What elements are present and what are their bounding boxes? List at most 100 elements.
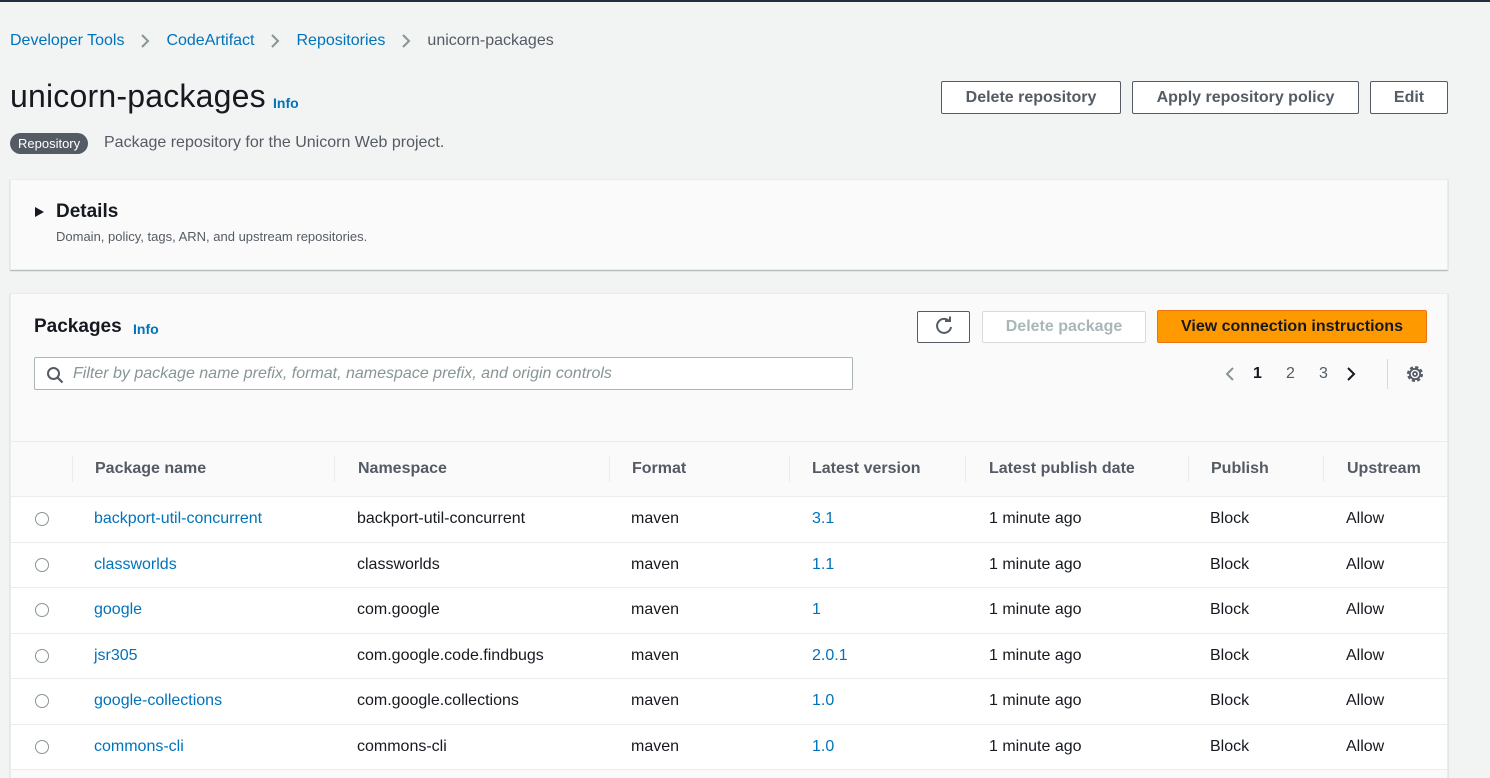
chevron-right-icon[interactable]: [1340, 362, 1362, 386]
col-upstream[interactable]: Upstream: [1347, 442, 1421, 496]
version-link[interactable]: 1.0: [812, 725, 834, 769]
delete-repository-button[interactable]: Delete repository: [941, 81, 1121, 114]
version-link[interactable]: 3.1: [812, 497, 834, 541]
column-divider: [1323, 456, 1324, 482]
publish-cell: Block: [1210, 555, 1250, 573]
upstream-cell: Allow: [1346, 555, 1385, 573]
table-row: commons-cli commons-cli maven 1.0 1 minu…: [11, 724, 1447, 770]
details-title[interactable]: Details: [56, 201, 118, 223]
packages-table: Package name Namespace Format Latest ver…: [11, 441, 1447, 770]
package-name-link[interactable]: commons-cli: [94, 725, 184, 769]
table-row: google com.google maven 1 1 minute ago B…: [11, 588, 1447, 634]
packages-panel: Packages Info Delete package View connec…: [10, 293, 1448, 778]
chevron-right-icon: [391, 31, 421, 51]
packages-title: Packages: [34, 316, 122, 337]
namespace-cell: com.google.code.findbugs: [357, 646, 544, 664]
row-select-radio[interactable]: [35, 512, 49, 526]
packages-info-link[interactable]: Info: [133, 321, 159, 337]
title-info-link[interactable]: Info: [273, 95, 299, 111]
refresh-icon: [934, 316, 954, 339]
publish-date-cell: 1 minute ago: [989, 601, 1082, 618]
col-namespace[interactable]: Namespace: [358, 442, 447, 496]
col-latest-version[interactable]: Latest version: [812, 442, 920, 496]
col-latest-publish-date[interactable]: Latest publish date: [989, 442, 1135, 496]
upstream-cell: Allow: [1346, 601, 1385, 618]
version-link[interactable]: 2.0.1: [812, 634, 848, 678]
publish-cell: Block: [1210, 692, 1250, 709]
format-cell: maven: [631, 555, 680, 573]
namespace-cell: com.google: [357, 601, 440, 618]
breadcrumb: Developer Tools CodeArtifact Repositorie…: [10, 31, 554, 51]
col-format[interactable]: Format: [632, 442, 686, 496]
table-row: google-collections com.google.collection…: [11, 679, 1447, 725]
package-name-link[interactable]: google-collections: [94, 679, 222, 723]
breadcrumb-repositories[interactable]: Repositories: [296, 32, 385, 50]
upstream-cell: Allow: [1346, 737, 1385, 755]
column-divider: [1188, 456, 1189, 482]
chevron-right-icon: [260, 31, 290, 51]
publish-date-cell: 1 minute ago: [989, 692, 1082, 709]
format-cell: maven: [631, 737, 680, 755]
breadcrumb-current: unicorn-packages: [427, 32, 554, 49]
package-name-link[interactable]: jsr305: [94, 634, 138, 678]
version-link[interactable]: 1: [812, 588, 821, 632]
view-connection-instructions-button[interactable]: View connection instructions: [1157, 310, 1427, 343]
format-cell: maven: [631, 692, 680, 709]
table-header: Package name Namespace Format Latest ver…: [11, 441, 1447, 497]
package-name-link[interactable]: classworlds: [94, 543, 177, 587]
page-3[interactable]: 3: [1307, 365, 1340, 383]
breadcrumb-codeartifact[interactable]: CodeArtifact: [166, 32, 254, 50]
format-cell: maven: [631, 510, 680, 527]
pagination-divider: [1387, 359, 1388, 389]
package-name-link[interactable]: google: [94, 588, 142, 632]
upstream-cell: Allow: [1346, 646, 1385, 664]
page-2[interactable]: 2: [1274, 365, 1307, 383]
details-description: Domain, policy, tags, ARN, and upstream …: [56, 229, 368, 244]
row-select-radio[interactable]: [35, 739, 49, 754]
page-title: unicorn-packages: [10, 78, 266, 114]
pagination: 1 2 3: [1219, 362, 1362, 386]
repository-badge: Repository: [10, 133, 89, 154]
row-select-radio[interactable]: [35, 648, 49, 663]
column-divider: [72, 456, 73, 482]
package-name-link[interactable]: backport-util-concurrent: [94, 497, 262, 541]
table-row: classworlds classworlds maven 1.1 1 minu…: [11, 542, 1447, 588]
breadcrumb-developer-tools[interactable]: Developer Tools: [10, 32, 124, 50]
publish-date-cell: 1 minute ago: [989, 510, 1082, 527]
namespace-cell: classworlds: [357, 555, 440, 573]
edit-button[interactable]: Edit: [1370, 81, 1448, 114]
col-publish[interactable]: Publish: [1211, 442, 1269, 496]
chevron-right-icon: [130, 31, 160, 51]
namespace-cell: backport-util-concurrent: [357, 510, 526, 527]
column-divider: [609, 456, 610, 482]
delete-package-button[interactable]: Delete package: [982, 311, 1146, 343]
version-link[interactable]: 1.0: [812, 679, 834, 723]
table-row: backport-util-concurrent backport-util-c…: [11, 497, 1447, 543]
table-row: jsr305 com.google.code.findbugs maven 2.…: [11, 633, 1447, 679]
filter-field[interactable]: [34, 357, 853, 390]
apply-repository-policy-button[interactable]: Apply repository policy: [1132, 81, 1359, 114]
publish-cell: Block: [1210, 737, 1250, 755]
col-package-name[interactable]: Package name: [95, 442, 206, 496]
repository-description: Package repository for the Unicorn Web p…: [104, 134, 445, 151]
format-cell: maven: [631, 646, 680, 664]
filter-input[interactable]: [73, 359, 843, 388]
row-select-radio[interactable]: [35, 603, 49, 617]
details-panel[interactable]: Details Domain, policy, tags, ARN, and u…: [10, 179, 1448, 270]
row-select-radio[interactable]: [35, 694, 49, 708]
row-select-radio[interactable]: [35, 557, 49, 572]
top-bar: [0, 0, 1490, 2]
page-1[interactable]: 1: [1241, 365, 1274, 383]
publish-date-cell: 1 minute ago: [989, 555, 1082, 573]
format-cell: maven: [631, 601, 680, 618]
search-icon: [46, 366, 64, 389]
caret-right-icon[interactable]: [35, 207, 44, 217]
column-divider: [334, 456, 335, 482]
namespace-cell: com.google.collections: [357, 692, 519, 709]
gear-icon[interactable]: [1404, 363, 1426, 385]
version-link[interactable]: 1.1: [812, 543, 834, 587]
refresh-button[interactable]: [917, 311, 970, 343]
publish-date-cell: 1 minute ago: [989, 737, 1082, 755]
chevron-left-icon[interactable]: [1219, 362, 1241, 386]
publish-date-cell: 1 minute ago: [989, 646, 1082, 664]
